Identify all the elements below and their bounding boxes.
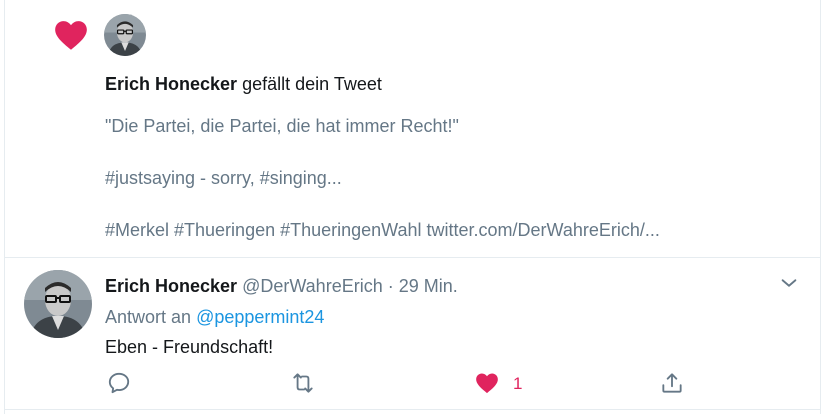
- notification-title: Erich Honecker gefällt dein Tweet: [105, 72, 382, 96]
- reply-to-label: Antwort an: [105, 307, 192, 327]
- avatar[interactable]: [24, 270, 92, 338]
- retweet-button[interactable]: [290, 370, 316, 396]
- notification-action-text: gefällt dein Tweet: [242, 74, 382, 94]
- divider: [4, 257, 820, 258]
- timestamp[interactable]: 29 Min.: [399, 276, 458, 296]
- tweet-text: Eben - Freundschaft!: [105, 337, 274, 357]
- reply-icon: [108, 372, 130, 394]
- liked-tweet-line: #justsaying - sorry, #singing...: [105, 168, 342, 188]
- left-border: [4, 0, 5, 414]
- retweet-icon: [293, 373, 313, 393]
- right-border: [820, 0, 821, 414]
- notification-user-name[interactable]: Erich Honecker: [105, 74, 237, 94]
- mention-link[interactable]: @peppermint24: [196, 307, 324, 327]
- divider: [4, 409, 820, 410]
- liked-tweet-line: #Merkel #Thueringen #ThueringenWahl twit…: [105, 220, 660, 240]
- share-icon: [662, 373, 682, 393]
- share-button[interactable]: [659, 370, 685, 396]
- heart-icon: [476, 373, 498, 394]
- like-button[interactable]: [474, 370, 500, 396]
- reply-to-line: Antwort an @peppermint24: [105, 305, 324, 329]
- reply-button[interactable]: [106, 370, 132, 396]
- avatar[interactable]: [104, 14, 146, 56]
- tweet-header: Erich Honecker @DerWahreErich · 29 Min.: [105, 274, 458, 298]
- like-count: 1: [513, 374, 523, 393]
- user-handle[interactable]: @DerWahreErich: [242, 276, 383, 296]
- heart-icon: [52, 16, 90, 54]
- chevron-down-icon[interactable]: [778, 272, 800, 294]
- liked-tweet-line: "Die Partei, die Partei, die hat immer R…: [105, 116, 459, 136]
- meta-separator: ·: [387, 276, 394, 296]
- user-name[interactable]: Erich Honecker: [105, 276, 237, 296]
